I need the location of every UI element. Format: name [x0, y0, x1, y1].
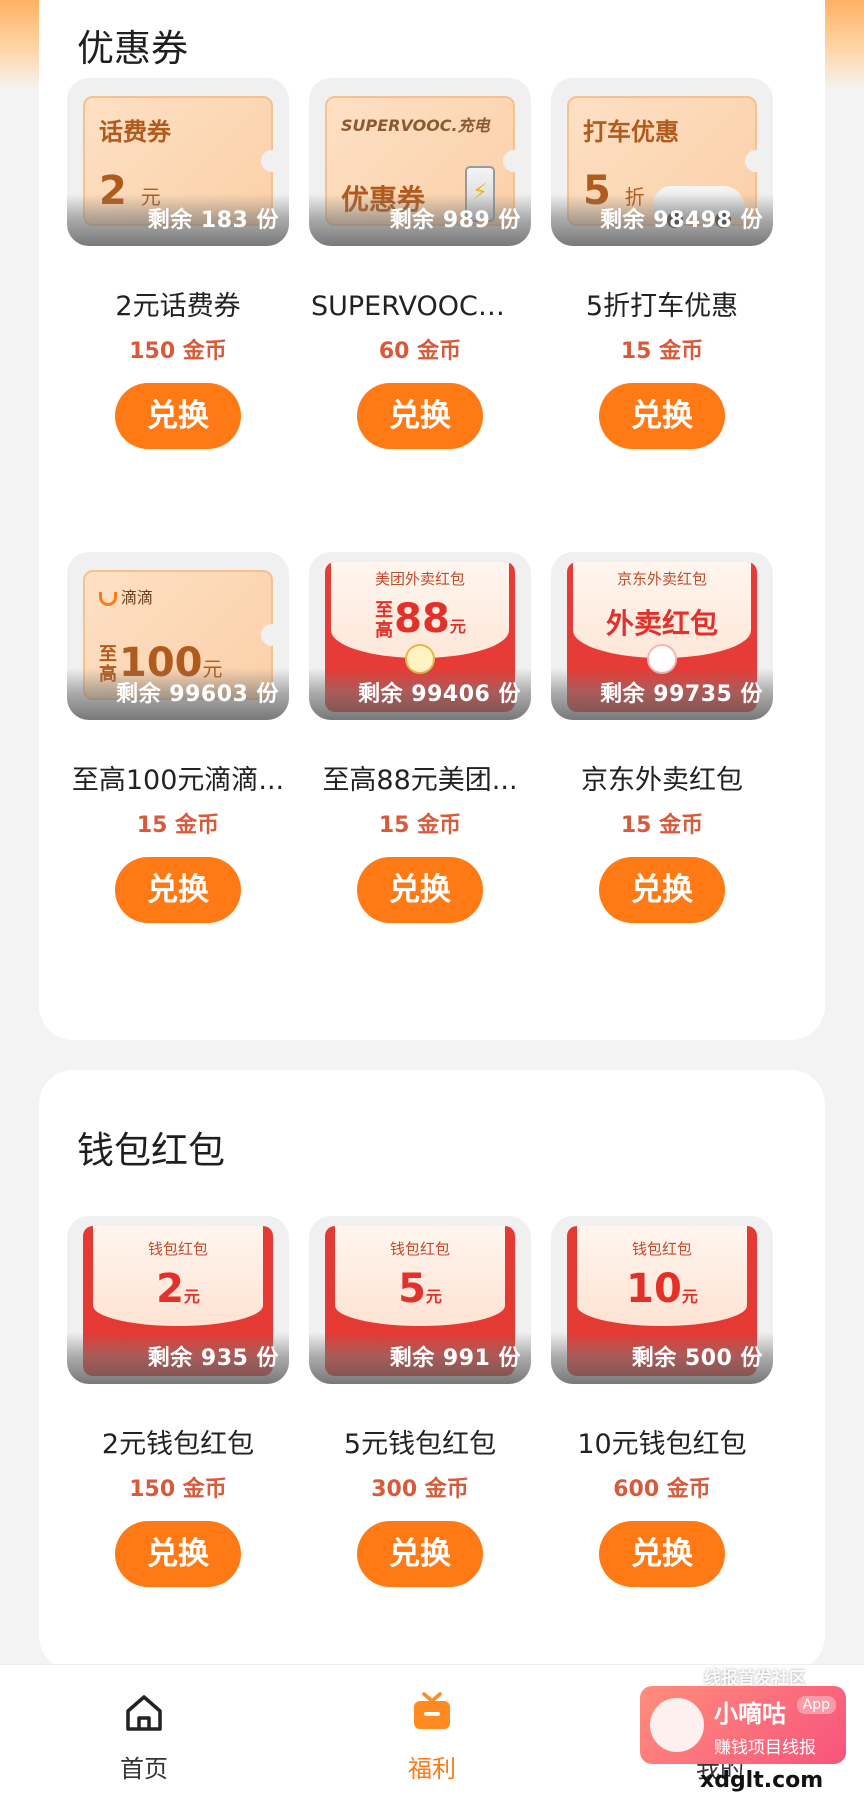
- coupon-card-phone-credit: 话费券 2 元 剩余 183 份 2元话费券 150 金币 兑换: [65, 78, 291, 449]
- section-title-wallet: 钱包红包: [77, 1129, 225, 1172]
- voucher-art-title: 打车优惠: [583, 118, 679, 146]
- coupon-price: 150 金币: [129, 339, 227, 364]
- remaining-count: 剩余 99603 份: [116, 682, 279, 707]
- wallet-price: 300 金币: [371, 1477, 469, 1502]
- redeem-button[interactable]: 兑换: [115, 1521, 241, 1587]
- coupon-price: 60 金币: [378, 339, 462, 364]
- coupon-name: 至高88元美团...: [322, 765, 518, 796]
- coupon-card-meituan: 美团外卖红包 至高88元 剩余 99406 份 至高88元美团... 15 金币…: [307, 552, 533, 923]
- coupon-thumbnail[interactable]: 话费券 2 元 剩余 183 份: [67, 78, 289, 246]
- nav-item-home[interactable]: 首页: [84, 1691, 204, 1784]
- remaining-count: 剩余 99406 份: [358, 682, 521, 707]
- mascot-icon: [650, 1698, 704, 1752]
- envelope-tag: 美团外卖红包: [374, 570, 466, 588]
- section-title-coupons: 优惠券: [77, 27, 188, 70]
- coupons-section: 优惠券 话费券 2 元 剩余 183 份 2元话费券 150 金币 兑换 SUP…: [39, 0, 825, 1040]
- redeem-button[interactable]: 兑换: [357, 857, 483, 923]
- remaining-count: 剩余 991 份: [389, 1346, 521, 1371]
- wallet-name: 2元钱包红包: [101, 1429, 255, 1460]
- coupon-card-supervooc: SUPERVOOC.充电 优惠券 ⚡ 剩余 989 份 SUPERVOOC充..…: [307, 78, 533, 449]
- watermark-app-tag: App: [796, 1696, 836, 1714]
- coupon-name: SUPERVOOC充...: [311, 291, 531, 322]
- redeem-button[interactable]: 兑换: [357, 1521, 483, 1587]
- redeem-button[interactable]: 兑换: [357, 383, 483, 449]
- redeem-button[interactable]: 兑换: [599, 383, 725, 449]
- envelope-value: 5元: [398, 1266, 442, 1312]
- coupon-price: 15 金币: [136, 813, 220, 838]
- coupon-price: 15 金币: [620, 813, 704, 838]
- tv-icon: [410, 1691, 454, 1735]
- envelope-tag: 钱包红包: [631, 1240, 693, 1258]
- redeem-button[interactable]: 兑换: [115, 383, 241, 449]
- coupon-name: 2元话费券: [115, 291, 241, 322]
- wallet-price: 150 金币: [129, 1477, 227, 1502]
- remaining-count: 剩余 989 份: [389, 208, 521, 233]
- remaining-count: 剩余 99735 份: [600, 682, 763, 707]
- home-icon: [122, 1691, 166, 1735]
- coupon-name: 至高100元滴滴...: [71, 765, 285, 796]
- watermark-subtitle: 赚钱项目线报: [714, 1738, 816, 1758]
- coupon-name: 京东外卖红包: [581, 765, 743, 796]
- redeem-button[interactable]: 兑换: [599, 1521, 725, 1587]
- watermark-url: xdglt.com: [700, 1768, 824, 1793]
- remaining-count: 剩余 500 份: [631, 1346, 763, 1371]
- envelope-value: 至高88元: [375, 596, 466, 642]
- voucher-art-title: SUPERVOOC.充电: [341, 116, 490, 135]
- coupon-card-didi: 滴滴 至高100元 剩余 99603 份 至高100元滴滴... 15 金币 兑…: [65, 552, 291, 923]
- coupon-thumbnail[interactable]: SUPERVOOC.充电 优惠券 ⚡ 剩余 989 份: [309, 78, 531, 246]
- remaining-count: 剩余 98498 份: [600, 208, 763, 233]
- remaining-count: 剩余 183 份: [147, 208, 279, 233]
- remaining-count: 剩余 935 份: [147, 1346, 279, 1371]
- wallet-thumbnail[interactable]: 钱包红包 5元 剩余 991 份: [309, 1216, 531, 1384]
- nav-label-home: 首页: [120, 1755, 168, 1783]
- coupon-name: 5折打车优惠: [585, 291, 739, 322]
- wallet-name: 10元钱包红包: [577, 1429, 747, 1460]
- watermark-badge: 小嘀咕 App 赚钱项目线报: [640, 1686, 846, 1764]
- redeem-button[interactable]: 兑换: [599, 857, 725, 923]
- wallet-thumbnail[interactable]: 钱包红包 2元 剩余 935 份: [67, 1216, 289, 1384]
- wallet-card-2: 钱包红包 2元 剩余 935 份 2元钱包红包 150 金币 兑换: [65, 1216, 291, 1587]
- wallet-name: 5元钱包红包: [343, 1429, 497, 1460]
- coupon-price: 15 金币: [620, 339, 704, 364]
- coupon-card-jd: 京东外卖红包 外卖红包 剩余 99735 份 京东外卖红包 15 金币 兑换: [549, 552, 775, 923]
- coupon-thumbnail[interactable]: 美团外卖红包 至高88元 剩余 99406 份: [309, 552, 531, 720]
- nav-label-welfare: 福利: [408, 1755, 456, 1783]
- envelope-value: 外卖红包: [605, 607, 718, 640]
- envelope-tag: 京东外卖红包: [616, 570, 708, 588]
- redeem-button[interactable]: 兑换: [115, 857, 241, 923]
- nav-item-welfare[interactable]: 福利: [372, 1691, 492, 1784]
- wallet-card-5: 钱包红包 5元 剩余 991 份 5元钱包红包 300 金币 兑换: [307, 1216, 533, 1587]
- top-decoration-left: [0, 0, 40, 90]
- envelope-value: 2元: [156, 1266, 200, 1312]
- envelope-tag: 钱包红包: [389, 1240, 451, 1258]
- wallet-price: 600 金币: [613, 1477, 711, 1502]
- envelope-value: 10元: [626, 1266, 698, 1312]
- coupon-thumbnail[interactable]: 打车优惠 5 折 剩余 98498 份: [551, 78, 773, 246]
- coupon-price: 15 金币: [378, 813, 462, 838]
- top-decoration-right: [824, 0, 864, 90]
- envelope-tag: 钱包红包: [147, 1240, 209, 1258]
- wallet-card-10: 钱包红包 10元 剩余 500 份 10元钱包红包 600 金币 兑换: [549, 1216, 775, 1587]
- coupon-thumbnail[interactable]: 滴滴 至高100元 剩余 99603 份: [67, 552, 289, 720]
- didi-logo-icon: 滴滴: [99, 584, 153, 608]
- wallet-thumbnail[interactable]: 钱包红包 10元 剩余 500 份: [551, 1216, 773, 1384]
- wallet-section: 钱包红包 钱包红包 2元 剩余 935 份 2元钱包红包 150 金币 兑换 钱…: [39, 1070, 825, 1670]
- coupon-thumbnail[interactable]: 京东外卖红包 外卖红包 剩余 99735 份: [551, 552, 773, 720]
- voucher-art-title: 话费券: [99, 118, 171, 146]
- coupon-card-taxi: 打车优惠 5 折 剩余 98498 份 5折打车优惠 15 金币 兑换: [549, 78, 775, 449]
